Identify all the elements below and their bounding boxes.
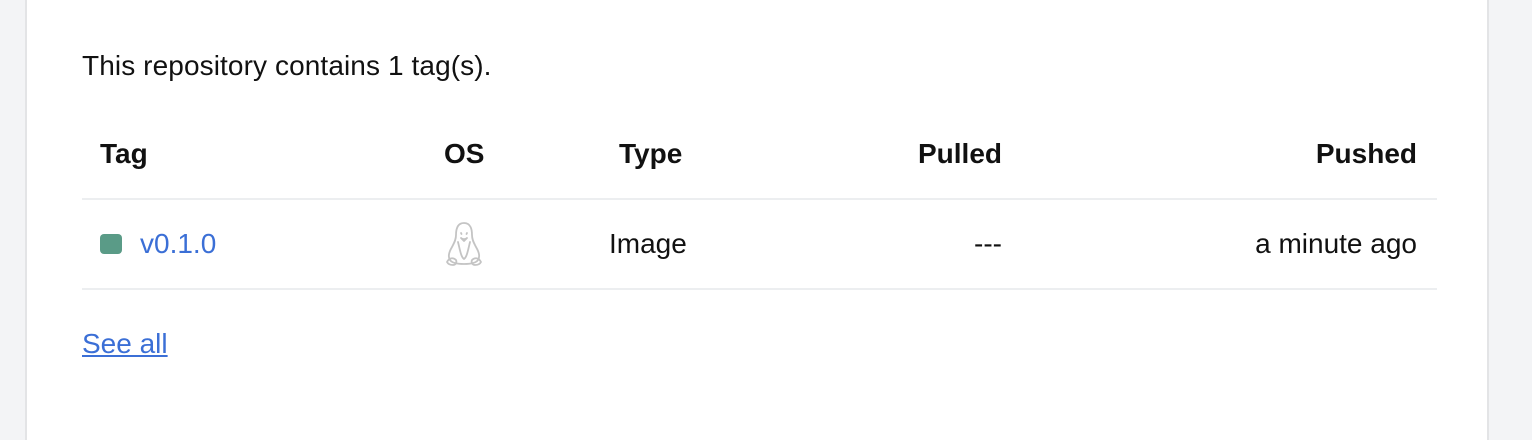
tags-table-header-row: Tag OS Type Pulled Pushed bbox=[82, 110, 1437, 200]
pushed-cell: a minute ago bbox=[1022, 199, 1437, 290]
column-header-os: OS bbox=[412, 110, 552, 200]
tag-cell: v0.1.0 bbox=[82, 199, 412, 290]
table-row: v0.1.0 Image --- a minute ago bbox=[82, 199, 1437, 290]
column-header-pushed: Pushed bbox=[1022, 110, 1437, 200]
column-header-pulled: Pulled bbox=[752, 110, 1022, 200]
tags-card: This repository contains 1 tag(s). Tag O… bbox=[25, 0, 1489, 440]
pulled-cell: --- bbox=[752, 199, 1022, 290]
tags-table: Tag OS Type Pulled Pushed v0.1.0 Image -… bbox=[82, 110, 1437, 290]
column-header-tag: Tag bbox=[82, 110, 412, 200]
column-header-type: Type bbox=[552, 110, 752, 200]
type-cell: Image bbox=[552, 199, 752, 290]
tags-summary-text: This repository contains 1 tag(s). bbox=[82, 50, 492, 81]
tag-status-dot bbox=[100, 234, 122, 254]
tag-link-v0-1-0[interactable]: v0.1.0 bbox=[140, 228, 216, 260]
linux-tux-icon bbox=[444, 220, 484, 268]
os-cell bbox=[412, 199, 552, 290]
see-all-link[interactable]: See all bbox=[82, 328, 168, 360]
